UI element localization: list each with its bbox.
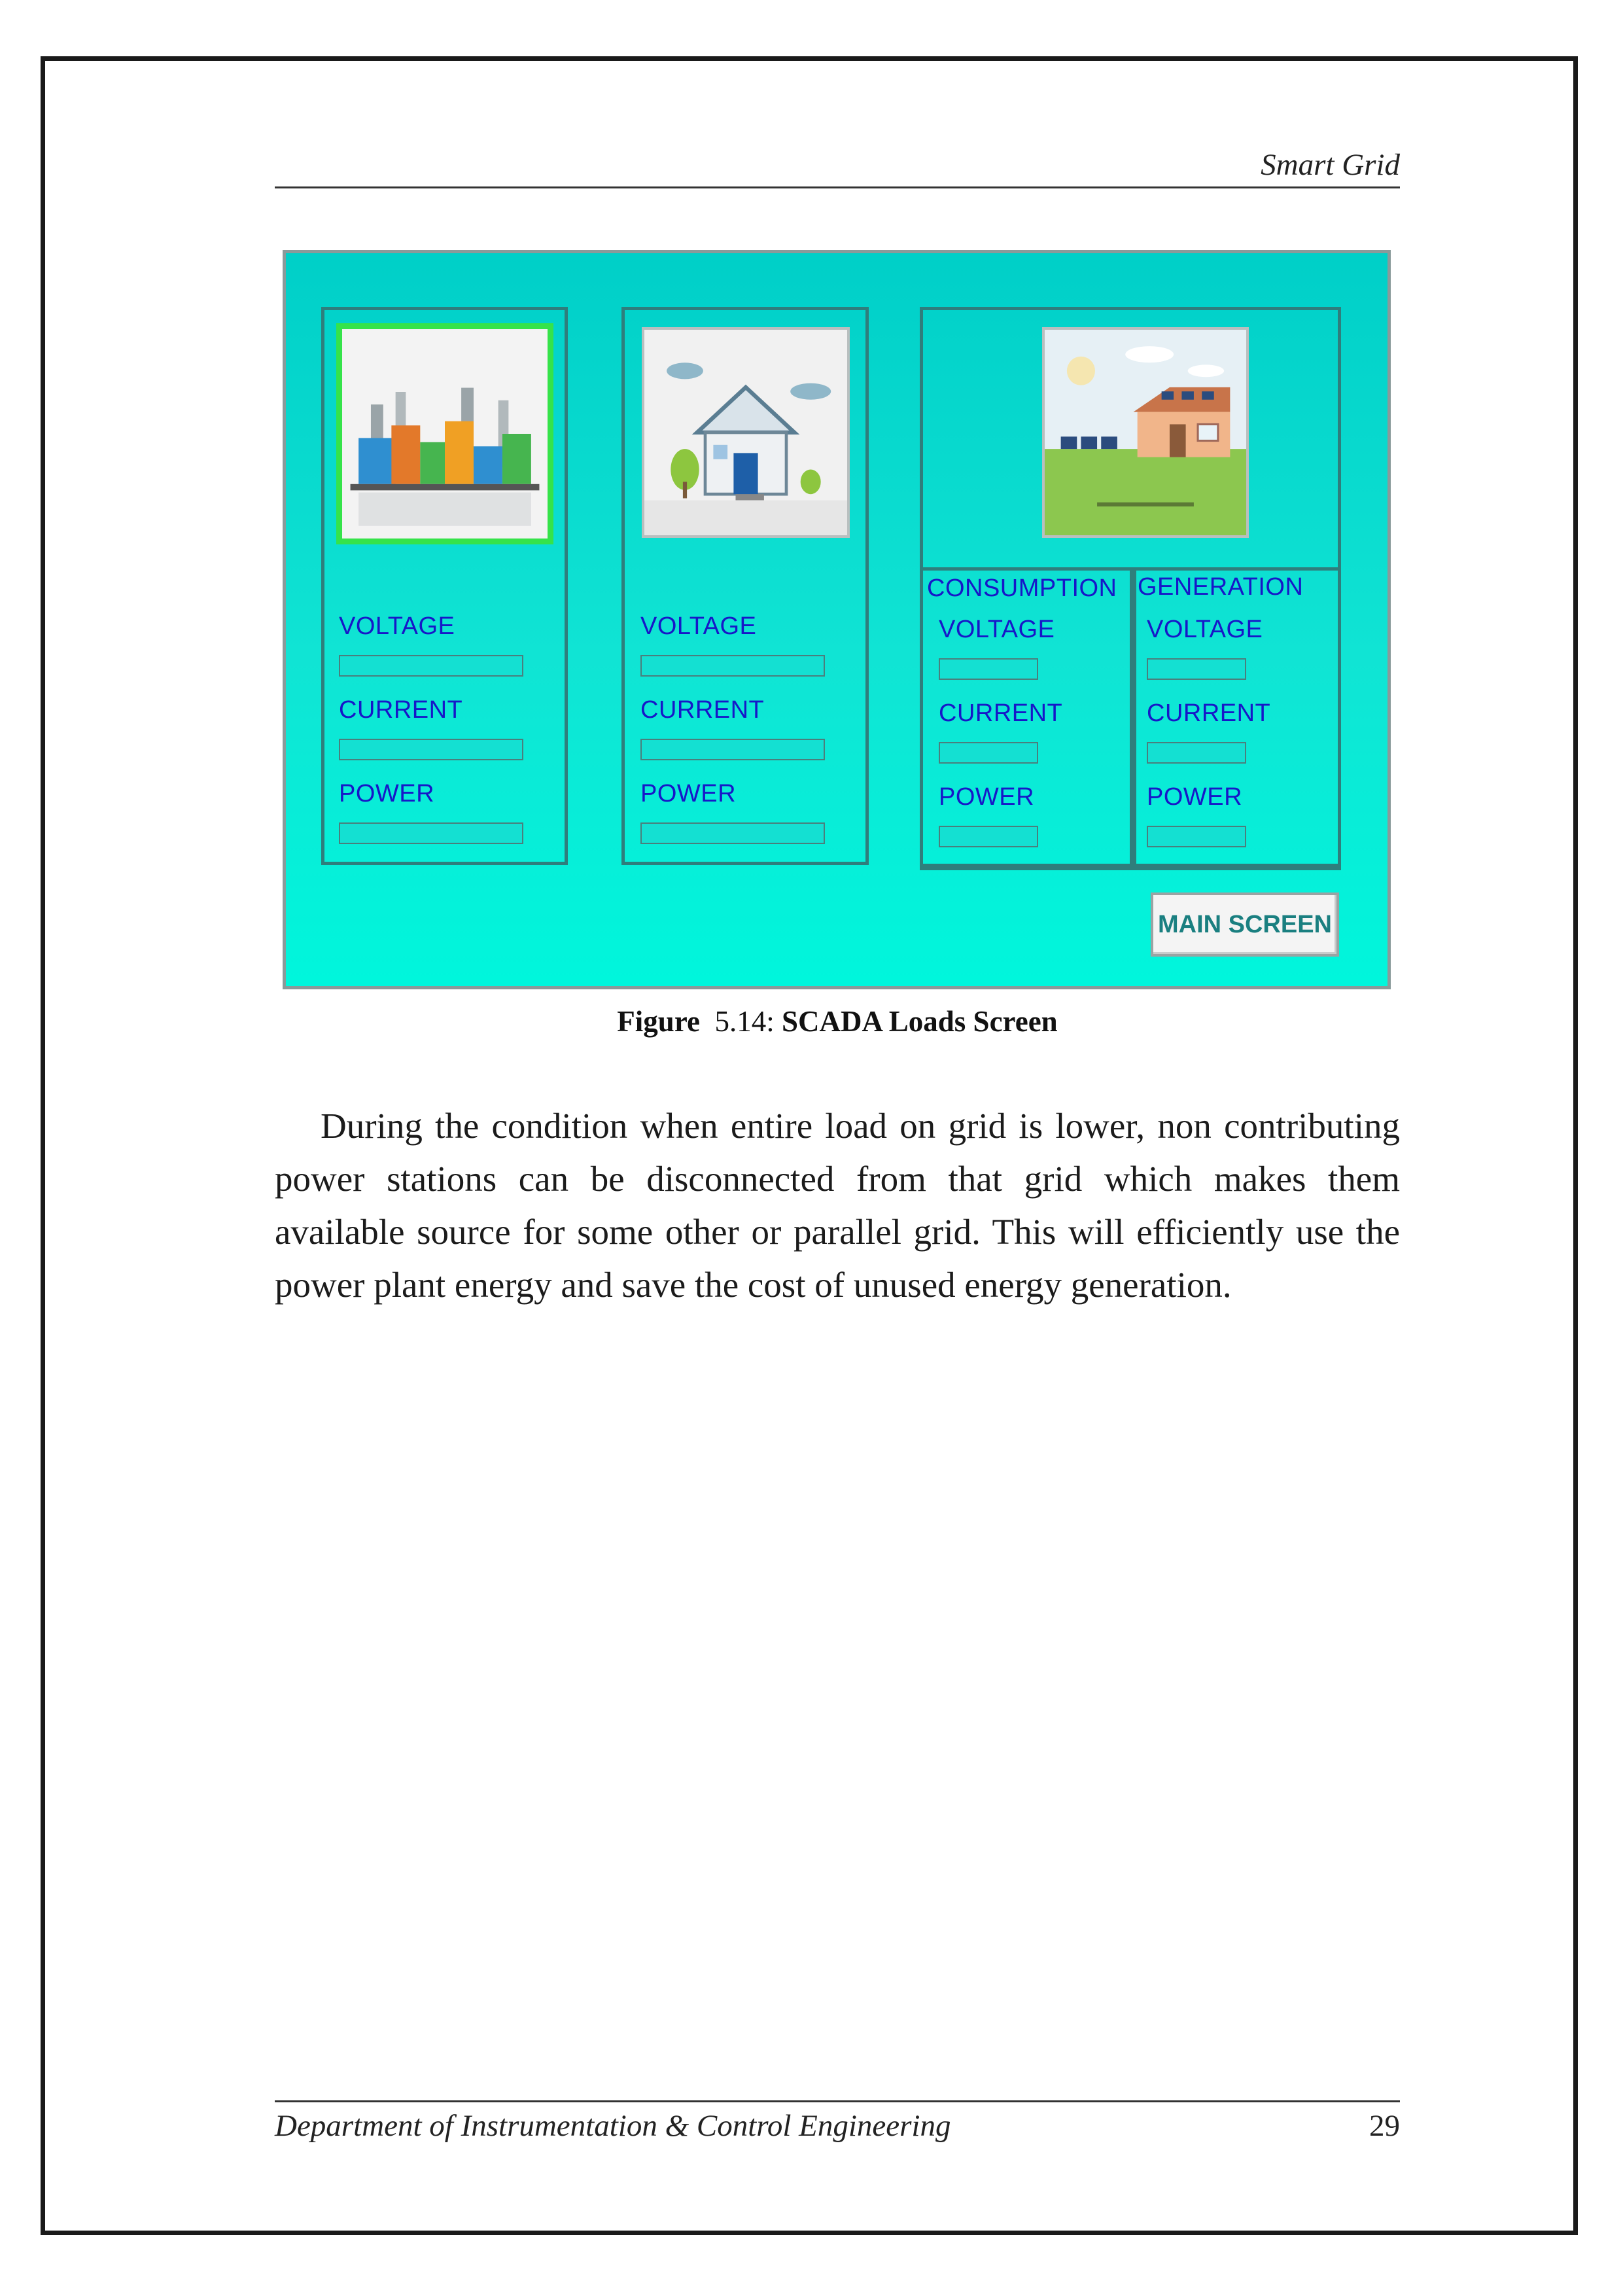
industrial-load-panel: VOLTAGE CURRENT POWER — [321, 307, 568, 865]
current-value-field[interactable] — [939, 742, 1038, 764]
voltage-value-field[interactable] — [339, 655, 523, 677]
power-label: POWER — [939, 783, 1035, 811]
consumption-title: CONSUMPTION — [927, 574, 1117, 602]
house-icon — [644, 330, 847, 535]
footer-department: Department of Instrumentation & Control … — [275, 2109, 951, 2143]
voltage-value-field[interactable] — [939, 658, 1038, 680]
current-value-field[interactable] — [1147, 742, 1246, 764]
main-screen-button[interactable]: MAIN SCREEN — [1151, 892, 1339, 957]
voltage-label: VOLTAGE — [1147, 616, 1263, 643]
residential-load-panel: VOLTAGE CURRENT POWER — [621, 307, 869, 865]
solar-house-image[interactable] — [1042, 327, 1249, 538]
power-label: POWER — [640, 780, 737, 807]
voltage-value-field[interactable] — [640, 655, 825, 677]
current-label: CURRENT — [939, 699, 1063, 727]
current-label: CURRENT — [1147, 699, 1271, 727]
header-rule — [275, 186, 1400, 188]
figure-title: SCADA Loads Screen — [781, 1005, 1058, 1038]
power-value-field[interactable] — [939, 826, 1038, 847]
generation-subpanel: GENERATION VOLTAGE CURRENT POWER — [1133, 567, 1341, 870]
current-value-field[interactable] — [339, 739, 523, 760]
industrial-plant-image[interactable] — [336, 323, 553, 544]
voltage-value-field[interactable] — [1147, 658, 1246, 680]
figure-caption: Figure 5.14: SCADA Loads Screen — [275, 1004, 1400, 1038]
figure-label: Figure — [617, 1005, 700, 1038]
running-header: Smart Grid — [1261, 148, 1400, 182]
house-image[interactable] — [642, 327, 850, 538]
industrial-plant-icon — [342, 329, 548, 539]
current-value-field[interactable] — [640, 739, 825, 760]
body-paragraph: During the condition when entire load on… — [275, 1106, 1400, 1305]
consumption-subpanel: CONSUMPTION VOLTAGE CURRENT POWER — [920, 567, 1133, 870]
solar-house-icon — [1045, 330, 1246, 535]
current-label: CURRENT — [640, 696, 765, 724]
figure-number: 5.14: — [714, 1005, 775, 1038]
footer-rule — [275, 2100, 1400, 2102]
solar-home-panel: CONSUMPTION VOLTAGE CURRENT POWER GENERA… — [920, 307, 1341, 870]
power-value-field[interactable] — [339, 822, 523, 844]
power-value-field[interactable] — [640, 822, 825, 844]
scada-loads-screen: VOLTAGE CURRENT POWER VOLTAGE CURRENT PO… — [283, 250, 1391, 989]
current-label: CURRENT — [339, 696, 463, 724]
power-label: POWER — [339, 780, 435, 807]
page-number: 29 — [1369, 2109, 1400, 2143]
power-label: POWER — [1147, 783, 1243, 811]
voltage-label: VOLTAGE — [939, 616, 1055, 643]
voltage-label: VOLTAGE — [640, 612, 757, 640]
generation-title: GENERATION — [1138, 573, 1304, 601]
power-value-field[interactable] — [1147, 826, 1246, 847]
voltage-label: VOLTAGE — [339, 612, 455, 640]
